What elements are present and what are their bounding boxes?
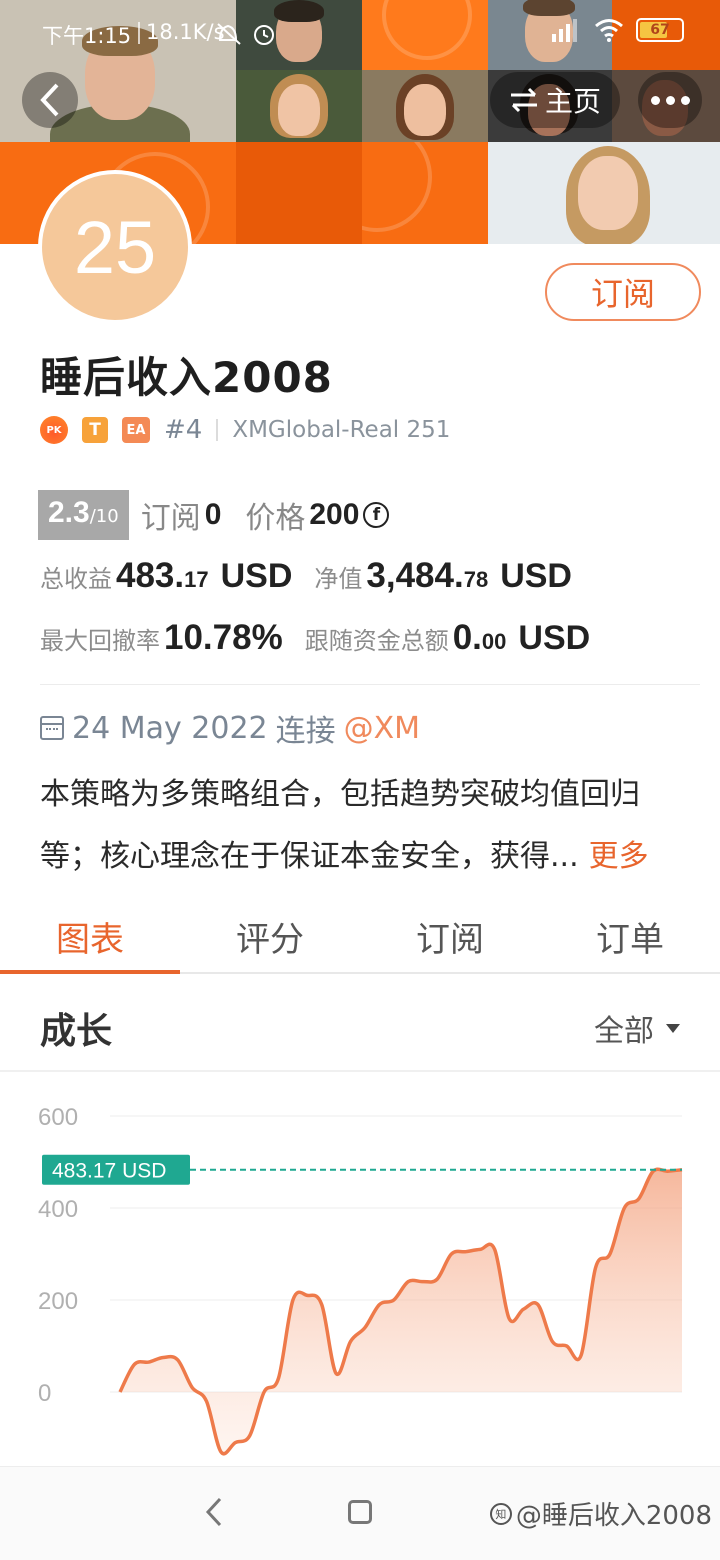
more-button[interactable] [638,72,702,128]
score-badge: 2.3 /10 [38,490,129,540]
battery-icon: 67 [636,18,684,42]
growth-header: 成长 全部 [0,976,720,1072]
strategy-description: 本策略为多策略组合，包括趋势突破均值回归 等；核心理念在于保证本金安全，获得..… [40,764,680,888]
drawdown-label: 最大回撤率 [40,627,160,655]
ea-badge-icon: EA [122,417,150,443]
pk-badge-icon: PK [40,416,68,444]
score-max: /10 [89,506,119,527]
zhihu-logo-icon: 知 [489,1502,512,1525]
description-line: 本策略为多策略组合，包括趋势突破均值回归 [40,777,640,812]
rank-label: #4 [164,415,203,445]
tab-chart[interactable]: 图表 [0,900,180,974]
total-profit-int: 483. [116,556,185,595]
signal-icon [552,19,577,42]
pattern-tile [362,142,488,244]
follow-dec: 00 [481,629,507,654]
swap-icon [510,87,537,113]
y-tick-label: 200 [38,1288,78,1315]
home-button[interactable]: 主页 [490,72,620,128]
profit-row: 总收益 483. 17 USD 净值 3,484. 78 USD [40,556,572,606]
y-tick-label: 400 [38,1196,78,1223]
total-profit-dec: 17 [184,567,209,592]
more-link[interactable]: 更多 [589,839,649,874]
back-arrow-icon [40,83,59,117]
score-row: 2.3 /10 订阅 0 价格 200 f [38,490,390,540]
follow-unit: USD [518,619,591,657]
photo-tile [362,70,488,142]
growth-chart: 0 200 400 600 483.17 USD [38,1104,683,1456]
divider [40,684,700,685]
growth-title: 成长 [40,1011,113,1052]
subscribe-button[interactable]: 订阅 [545,263,701,321]
divider [216,419,219,441]
status-time: 下午1:15 [42,24,132,48]
follow-int: 0. [452,618,482,657]
home-label: 主页 [544,85,601,118]
connection-row: 24 May 2022 连接 @XM [40,706,420,750]
battery-level: 67 [650,22,670,38]
price-label: 价格 [245,501,306,536]
avatar[interactable]: 25 [38,170,192,324]
nav-back-icon[interactable] [204,1497,224,1527]
caret-down-icon [666,1023,680,1033]
equity-dec: 78 [463,567,489,592]
more-dots-icon [650,95,660,105]
back-button[interactable] [22,72,78,128]
equity-unit: USD [500,557,572,595]
nav-home-icon[interactable] [348,1500,372,1524]
t-badge-icon: T [82,417,108,443]
y-tick-label: 0 [38,1380,51,1407]
pattern-tile [236,142,362,244]
equity-label: 净值 [314,565,363,593]
price-value: 200 [309,498,360,531]
status-separator [138,22,140,44]
account-label: XMGlobal-Real 251 [232,417,451,443]
tab-bar: 图表 评分 订阅 订单 [0,900,720,974]
photo-tile [236,70,362,142]
calendar-icon [40,716,64,740]
y-tick-label: 600 [38,1104,78,1131]
tab-rating[interactable]: 评分 [180,900,360,972]
network-speed: 18.1K/s [146,20,225,44]
equity-int: 3,484. [366,556,464,595]
total-profit-unit: USD [220,557,293,595]
current-value-label: 483.17 USD [52,1160,166,1183]
range-filter-dropdown[interactable]: 全部 [594,1006,680,1050]
connect-label: 连接 [275,714,336,749]
growth-area [120,1169,682,1454]
tab-orders[interactable]: 订单 [540,900,720,972]
coin-icon: f [363,502,390,528]
range-filter-label: 全部 [594,1014,654,1049]
score-value: 2.3 [48,496,90,529]
tab-subscribe[interactable]: 订阅 [360,900,540,972]
description-line: 等；核心理念在于保证本金安全，获得... 更多 [40,826,680,888]
wifi-icon [595,19,623,42]
status-right: 67 [550,18,684,42]
follow-label: 跟随资金总额 [304,627,449,655]
mute-alarm-icon [217,23,274,45]
strategy-name: 睡后收入2008 [40,353,333,402]
status-bar: 下午1:15 18.1K/s 67 [0,0,720,66]
subscribe-count: 0 [204,498,222,531]
subscribe-count-label: 订阅 [140,501,201,536]
drawdown-row: 最大回撤率 10.78% 跟随资金总额 0. 00 USD [40,618,590,668]
watermark: 知 @睡后收入2008 [489,1495,712,1532]
watermark-text: @睡后收入2008 [515,1501,712,1531]
total-profit-label: 总收益 [40,565,112,593]
system-nav-bar: 知 @睡后收入2008 [0,1466,720,1560]
badge-row: PK T EA #4 XMGlobal-Real 251 [40,412,450,448]
photo-tile [488,142,720,244]
description-text: 等；核心理念在于保证本金安全，获得... [40,839,579,874]
broker-link[interactable]: @XM [344,711,420,746]
connect-date: 24 May 2022 [72,710,268,746]
drawdown-value: 10.78% [164,618,283,657]
